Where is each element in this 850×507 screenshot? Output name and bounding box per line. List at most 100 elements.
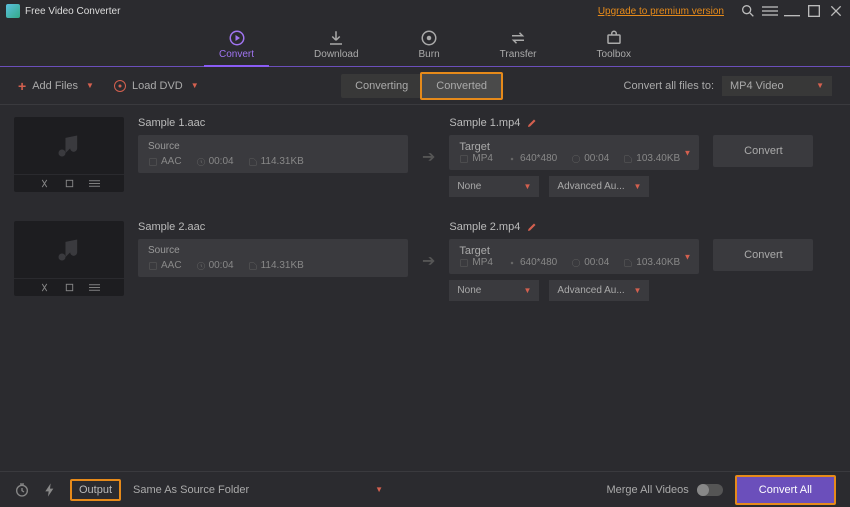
nav-toolbox[interactable]: Toolbox (592, 22, 636, 66)
arrow-right-icon: ➔ (422, 251, 435, 271)
nav-burn[interactable]: Burn (414, 22, 445, 66)
target-format: MP4 (472, 257, 493, 268)
search-icon[interactable] (740, 3, 756, 19)
merge-toggle[interactable] (697, 484, 723, 496)
source-size: 114.31KB (261, 156, 304, 167)
settings-icon[interactable] (89, 282, 100, 293)
source-label: Source (148, 245, 398, 256)
status-tab-switch: Converting Converted (341, 74, 501, 98)
subtitle-select[interactable]: None▼ (449, 280, 539, 301)
nav-download[interactable]: Download (309, 22, 363, 66)
convert-button[interactable]: Convert (713, 135, 813, 167)
source-label: Source (148, 141, 398, 152)
source-info-box: Source AAC 00:04 114.31KB (138, 239, 408, 277)
subtitle-value: None (457, 285, 481, 296)
source-duration: 00:04 (209, 260, 234, 271)
music-note-icon (14, 117, 124, 174)
target-size: 103.40KB (636, 153, 680, 164)
clock-icon[interactable] (14, 482, 30, 498)
nav-toolbox-label: Toolbox (597, 49, 631, 60)
upgrade-premium-link[interactable]: Upgrade to premium version (598, 6, 724, 17)
main-nav: Convert Download Burn Transfer Toolbox (0, 22, 850, 67)
audio-value: Advanced Au... (557, 181, 624, 192)
plus-icon: + (18, 78, 26, 94)
disc-icon (114, 80, 126, 92)
nav-convert-label: Convert (219, 49, 254, 60)
download-icon (327, 29, 345, 47)
nav-transfer-label: Transfer (500, 49, 537, 60)
toolbar: + Add Files ▼ Load DVD ▼ Converting Conv… (0, 67, 850, 105)
nav-burn-label: Burn (419, 49, 440, 60)
app-logo-icon (6, 4, 20, 18)
source-filename: Sample 2.aac (138, 221, 408, 233)
load-dvd-button[interactable]: Load DVD ▼ (114, 80, 199, 92)
subtitle-select[interactable]: None▼ (449, 176, 539, 197)
nav-download-label: Download (314, 49, 358, 60)
audio-select[interactable]: Advanced Au...▼ (549, 280, 649, 301)
source-duration: 00:04 (209, 156, 234, 167)
target-resolution: 640*480 (520, 257, 557, 268)
target-format: MP4 (472, 153, 493, 164)
caret-down-icon: ▼ (816, 81, 824, 90)
crop-icon[interactable] (64, 282, 75, 293)
target-filename: Sample 2.mp4 (449, 221, 520, 233)
convert-all-to-label: Convert all files to: (624, 80, 714, 92)
edit-icon[interactable] (526, 221, 538, 233)
transfer-icon (509, 29, 527, 47)
add-files-button[interactable]: + Add Files ▼ (18, 78, 94, 94)
trim-icon[interactable] (39, 178, 50, 189)
source-format: AAC (161, 260, 182, 271)
nav-transfer[interactable]: Transfer (495, 22, 542, 66)
add-files-label: Add Files (32, 80, 78, 92)
crop-icon[interactable] (64, 178, 75, 189)
caret-down-icon: ▼ (375, 485, 383, 494)
merge-label: Merge All Videos (606, 484, 688, 496)
source-thumbnail (14, 221, 124, 296)
caret-down-icon: ▼ (86, 81, 94, 90)
target-duration: 00:04 (584, 257, 609, 268)
output-path-select[interactable]: Same As Source Folder ▼ (133, 484, 383, 496)
nav-convert[interactable]: Convert (214, 22, 259, 66)
tab-converting[interactable]: Converting (341, 74, 422, 98)
audio-value: Advanced Au... (557, 285, 624, 296)
convert-all-button[interactable]: Convert All (735, 475, 836, 505)
edit-icon[interactable] (526, 117, 538, 129)
merge-videos-control: Merge All Videos (606, 484, 722, 496)
subtitle-value: None (457, 181, 481, 192)
output-format-value: MP4 Video (730, 80, 784, 92)
target-filename: Sample 1.mp4 (449, 117, 520, 129)
trim-icon[interactable] (39, 282, 50, 293)
file-list: Sample 1.aac Source AAC 00:04 114.31KB ➔… (0, 105, 850, 475)
menu-icon[interactable] (762, 3, 778, 19)
source-info-box: Source AAC 00:04 114.31KB (138, 135, 408, 173)
bottom-bar: Output Same As Source Folder ▼ Merge All… (0, 471, 850, 507)
target-duration: 00:04 (584, 153, 609, 164)
convert-button[interactable]: Convert (713, 239, 813, 271)
target-info-box[interactable]: Target MP4 640*480 00:04 103.40KB ▼ (449, 135, 699, 170)
toolbox-icon (605, 29, 623, 47)
file-row: Sample 2.aac Source AAC 00:04 114.31KB ➔… (0, 209, 850, 313)
output-label: Output (70, 479, 121, 501)
tab-converted[interactable]: Converted (420, 72, 503, 100)
minimize-icon[interactable] (784, 3, 800, 19)
settings-icon[interactable] (89, 178, 100, 189)
audio-select[interactable]: Advanced Au...▼ (549, 176, 649, 197)
file-row: Sample 1.aac Source AAC 00:04 114.31KB ➔… (0, 105, 850, 209)
titlebar: Free Video Converter Upgrade to premium … (0, 0, 850, 22)
target-resolution: 640*480 (520, 153, 557, 164)
caret-down-icon: ▼ (683, 252, 691, 261)
target-label: Target (459, 245, 689, 257)
output-path-value: Same As Source Folder (133, 484, 249, 496)
convert-icon (228, 29, 246, 47)
load-dvd-label: Load DVD (132, 80, 183, 92)
close-icon[interactable] (828, 3, 844, 19)
caret-down-icon: ▼ (191, 81, 199, 90)
burn-icon (420, 29, 438, 47)
app-title: Free Video Converter (25, 6, 120, 17)
source-thumbnail (14, 117, 124, 192)
caret-down-icon: ▼ (683, 148, 691, 157)
maximize-icon[interactable] (806, 3, 822, 19)
bolt-icon[interactable] (42, 482, 58, 498)
output-format-select[interactable]: MP4 Video ▼ (722, 76, 832, 96)
target-info-box[interactable]: Target MP4 640*480 00:04 103.40KB ▼ (449, 239, 699, 274)
